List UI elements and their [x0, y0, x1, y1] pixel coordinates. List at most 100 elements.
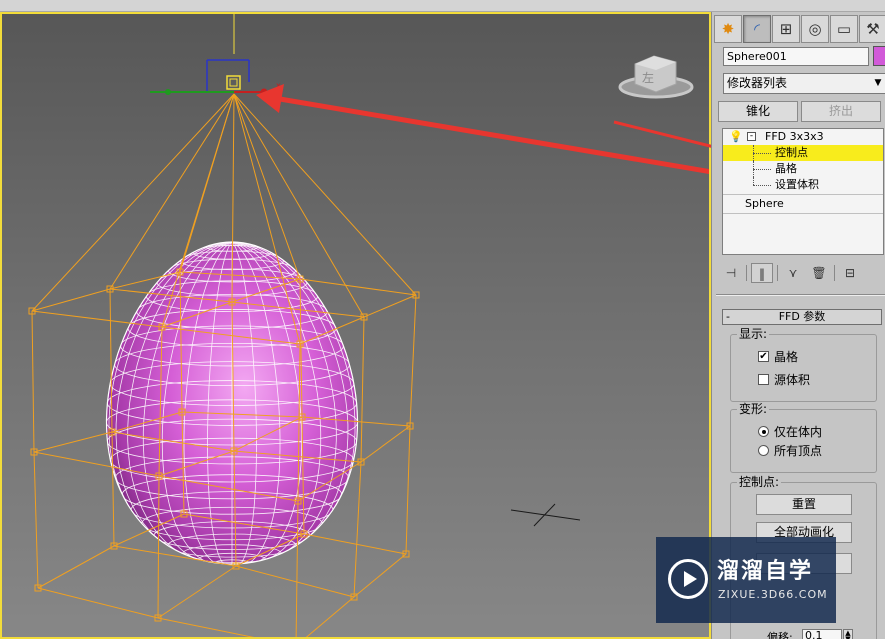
sun-icon: ✸ — [721, 20, 735, 38]
perspective-viewport[interactable]: x 左 — [0, 12, 711, 639]
modifier-list-label: 修改器列表 — [727, 76, 788, 90]
crosshair-marker — [510, 503, 581, 527]
stack-subitem-set-volume[interactable]: 设置体积 — [723, 177, 883, 193]
motion-tab[interactable]: ◎ — [801, 15, 829, 43]
offset-spinner-arrows[interactable]: ▲ ▼ — [843, 629, 853, 639]
lattice-edge — [305, 596, 355, 637]
all-vertices-radio[interactable] — [758, 445, 769, 456]
all-vertices-radio-row[interactable]: 所有顶点 — [758, 444, 822, 458]
watermark-url: ZIXUE.3D66.COM — [718, 588, 828, 601]
deform-group-title: 变形: — [737, 402, 770, 416]
source-volume-checkbox[interactable] — [758, 374, 769, 385]
hierarchy-icon: ⊞ — [779, 20, 793, 38]
all-vertices-label: 所有顶点 — [774, 444, 823, 458]
hierarchy-tab[interactable]: ⊞ — [772, 15, 800, 43]
hammer-icon: ⚒ — [866, 20, 880, 38]
title-bar — [0, 0, 885, 12]
lattice-edge — [360, 316, 365, 463]
monitor-icon: ▭ — [836, 20, 852, 38]
control-points-group-title: 控制点: — [737, 475, 782, 489]
toolbar-separator — [746, 265, 747, 281]
source-volume-checkbox-row[interactable]: 源体积 — [758, 373, 810, 387]
tree-branch — [753, 169, 771, 170]
lattice-edge — [33, 451, 39, 589]
taper-button[interactable]: 锥化 — [718, 101, 798, 122]
only-in-volume-radio[interactable] — [758, 426, 769, 437]
tree-branch — [753, 153, 771, 154]
lattice-edge — [299, 278, 417, 296]
create-tab[interactable]: ✸ — [714, 15, 742, 43]
stack-subitem-label: 晶格 — [775, 162, 797, 175]
pin-stack-icon[interactable]: ⊣ — [720, 263, 742, 283]
lattice-edge — [235, 565, 355, 598]
toolbar-separator — [777, 265, 778, 281]
lattice-edge — [360, 425, 411, 463]
lattice-edge — [409, 294, 417, 427]
tree-line — [753, 177, 754, 185]
modifier-buttons: 锥化 挤出 — [718, 101, 881, 122]
remove-modifier-icon[interactable]: 🗑 — [808, 263, 830, 283]
stack-subitem-lattice[interactable]: 晶格 — [723, 161, 883, 177]
lattice-edge — [37, 587, 159, 619]
lattice-edge — [405, 425, 411, 555]
deform-group: 变形: 仅在体内 所有顶点 — [730, 402, 877, 473]
lattice-checkbox[interactable]: ✔ — [758, 351, 769, 362]
lattice-label: 晶格 — [774, 350, 799, 364]
extrude-button[interactable]: 挤出 — [801, 101, 881, 122]
command-panel-tabs: ✸ ◜ ⊞ ◎ ▭ ⚒ — [714, 15, 885, 43]
toolbar-separator — [834, 265, 835, 281]
make-unique-icon[interactable]: ⋎ — [782, 263, 804, 283]
play-logo-icon — [668, 559, 708, 599]
viewcube[interactable]: 左 — [618, 55, 694, 99]
stack-subitem-label: 设置体积 — [775, 178, 819, 191]
stack-subitem-control-points[interactable]: 控制点 — [723, 145, 883, 161]
chevron-down-icon: ▼ — [874, 78, 882, 88]
motion-icon: ◎ — [808, 20, 822, 38]
rollout-collapse-icon: - — [726, 310, 730, 323]
panel-divider — [716, 294, 885, 296]
utilities-tab[interactable]: ⚒ — [859, 15, 885, 43]
lightbulb-icon[interactable]: 💡 — [729, 130, 743, 143]
show-end-result-icon[interactable]: ‖ — [751, 263, 773, 283]
stack-item-sphere[interactable]: Sphere — [723, 196, 883, 212]
configure-modifier-sets-icon[interactable]: ⊟ — [839, 263, 861, 283]
lattice-edge — [303, 533, 407, 555]
stack-sphere-label: Sphere — [745, 197, 784, 210]
modifier-list-dropdown[interactable]: 修改器列表 ▼ — [723, 73, 885, 94]
lattice-edge — [353, 461, 362, 598]
modify-tab[interactable]: ◜ — [743, 15, 771, 43]
stack-divider — [723, 213, 883, 214]
lattice-edge — [31, 288, 111, 312]
offset-label: 偏移: — [767, 631, 793, 639]
ffd-params-rollout-header[interactable]: - FFD 参数 — [722, 309, 882, 325]
source-volume-label: 源体积 — [774, 373, 811, 387]
lattice-edge — [157, 565, 237, 619]
rollout-title: FFD 参数 — [778, 310, 826, 323]
offset-spinner-field[interactable]: 0.1 — [802, 629, 842, 639]
lattice-edge — [31, 310, 35, 453]
display-group-title: 显示: — [737, 327, 770, 341]
collapse-icon[interactable]: - — [747, 132, 756, 141]
display-group: 显示: ✔ 晶格 源体积 — [730, 327, 877, 402]
lattice-edge — [353, 553, 407, 598]
lattice-edge — [157, 617, 255, 637]
modify-arc-icon: ◜ — [754, 20, 760, 38]
only-in-volume-radio-row[interactable]: 仅在体内 — [758, 425, 822, 439]
transform-gizmo[interactable]: x — [150, 59, 281, 96]
modifier-stack: 💡 - FFD 3x3x3 控制点 晶格 设置体积 Sphere — [722, 128, 884, 255]
watermark-title: 溜溜自学 — [717, 559, 814, 584]
object-name-field[interactable]: Sphere001 — [723, 47, 869, 66]
viewcube-left-label: 左 — [642, 70, 654, 85]
lattice-edge — [37, 545, 115, 589]
display-tab[interactable]: ▭ — [830, 15, 858, 43]
only-in-volume-label: 仅在体内 — [774, 425, 823, 439]
stack-subitem-label: 控制点 — [775, 146, 808, 159]
object-color-swatch[interactable] — [873, 46, 885, 66]
tree-branch — [753, 185, 771, 186]
stack-ffd-label: FFD 3x3x3 — [765, 130, 824, 143]
reset-button[interactable]: 重置 — [756, 494, 852, 515]
stack-divider — [723, 194, 883, 195]
lattice-edge — [363, 294, 417, 318]
lattice-checkbox-row[interactable]: ✔ 晶格 — [758, 350, 798, 364]
stack-item-ffd[interactable]: 💡 - FFD 3x3x3 — [723, 129, 883, 145]
